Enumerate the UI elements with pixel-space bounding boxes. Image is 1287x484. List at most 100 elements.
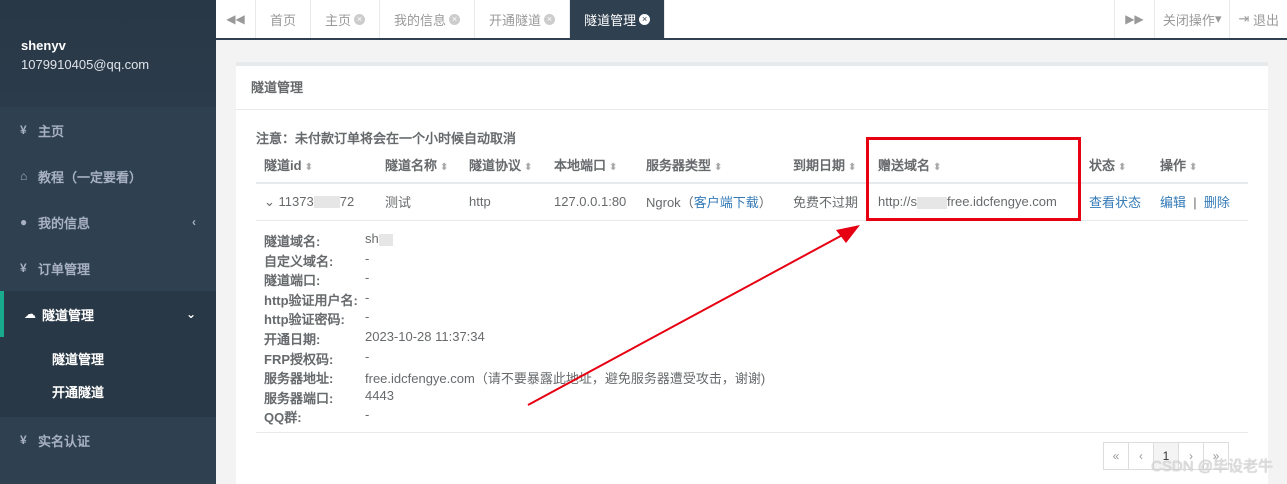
col-header-name[interactable]: 隧道名称 ⬍ [377, 147, 461, 184]
detail-row: 开通日期: 2023-10-28 11:37:34 [264, 329, 765, 349]
detail-label: 开通日期: [264, 331, 321, 347]
tab-my-info[interactable]: 我的信息 × [380, 0, 476, 38]
col-header-server-type[interactable]: 服务器类型 ⬍ [638, 147, 785, 184]
detail-row: FRP授权码: - [264, 349, 765, 369]
client-download-link[interactable]: 客户端下载 [694, 195, 759, 210]
cell-id[interactable]: ⌄ 11373 72 [256, 183, 377, 221]
sort-icon: ⬍ [609, 162, 618, 173]
sidebar-item-label: 实名认证 [38, 433, 91, 449]
id-suffix: 72 [339, 193, 355, 209]
detail-label: 自定义域名: [264, 253, 334, 269]
subnav-item-open-tunnel[interactable]: 开通隧道 [0, 376, 216, 409]
logout-label: 退出 [1252, 12, 1279, 28]
watermark: CSDN @毕设老牛 [1151, 458, 1273, 475]
sidebar-item-orders[interactable]: ¥ 订单管理 [0, 245, 216, 291]
edit-link[interactable]: 编辑 [1160, 195, 1186, 210]
sidebar-item-label: 教程（一定要看） [38, 169, 143, 185]
annotation-highlight-box [866, 137, 1081, 221]
yen-icon: ¥ [20, 433, 27, 447]
cell-status: 查看状态 [1081, 183, 1152, 221]
detail-value: 2023-10-28 11:37:34 [365, 328, 485, 344]
sidebar-item-verification[interactable]: ¥ 实名认证 [0, 417, 216, 463]
user-email: 1079910405@qq.com [21, 57, 150, 72]
server-type-label: Ngrok [646, 195, 681, 211]
chevron-down-icon: ⌄ [185, 307, 196, 321]
sidebar-item-label: 订单管理 [38, 261, 91, 277]
top-tab-bar: ◀◀ 首页 主页 × 我的信息 × 开通隧道 × 隧道管理 × ▶▶ 关闭操作 ▾ ⇥ 退… [216, 0, 1287, 40]
detail-value: - [365, 348, 370, 364]
detail-label: http验证密码: [264, 312, 345, 328]
toolbar-right: ▶▶ 关闭操作 ▾ ⇥ 退出 [1113, 0, 1287, 38]
detail-row: http验证用户名: - [264, 290, 765, 310]
close-ops-label: 关闭操作 [1162, 12, 1215, 28]
header-label: 到期日期 [793, 158, 846, 173]
view-status-link[interactable]: 查看状态 [1089, 195, 1141, 210]
sidebar-item-label: 隧道管理 [42, 307, 95, 323]
col-header-status[interactable]: 状态 ⬍ [1081, 147, 1152, 184]
detail-label: QQ群: [264, 410, 302, 426]
close-operations-dropdown[interactable]: 关闭操作 ▾ [1153, 0, 1230, 38]
tunnel-detail: 隧道域名: sh 自定义域名: - 隧道端口: - http验证用户名: - http验… [264, 231, 765, 427]
detail-row: 服务器端口: 4443 [264, 388, 765, 408]
tab-home[interactable]: 首页 [256, 0, 312, 38]
sidebar-item-tunnels[interactable]: ☁ 隧道管理 ⌄ [0, 291, 216, 337]
detail-value: - [365, 250, 370, 266]
close-icon[interactable]: × [449, 13, 461, 25]
tab-label: 我的信息 [394, 12, 447, 28]
detail-value-text: sh [365, 231, 379, 246]
yen-icon: ¥ [20, 261, 27, 275]
tab-open-tunnel[interactable]: 开通隧道 × [475, 0, 571, 38]
close-icon[interactable]: × [354, 13, 366, 25]
sidebar-item-tutorial[interactable]: ⌂ 教程（一定要看） [0, 153, 216, 199]
col-header-local-port[interactable]: 本地端口 ⬍ [546, 147, 638, 184]
close-icon[interactable]: × [544, 13, 556, 25]
header-label: 服务器类型 [646, 158, 712, 173]
table-header-row: 隧道id ⬍ 隧道名称 ⬍ 隧道协议 ⬍ 本地端口 ⬍ 服务器类型 ⬍ 到期日期 ⬍ 赠送域… [256, 147, 1248, 184]
close-icon[interactable]: × [639, 13, 651, 25]
tabs-scroll-right-button[interactable]: ▶▶ [1113, 0, 1154, 38]
sort-icon: ⬍ [1189, 162, 1198, 173]
sort-icon: ⬍ [714, 162, 723, 173]
subnav-item-tunnel-manage[interactable]: 隧道管理 [0, 343, 216, 376]
sort-icon: ⬍ [848, 162, 857, 173]
tab-label: 开通隧道 [489, 12, 542, 28]
sidebar-item-my-info[interactable]: ● 我的信息 ‹ [0, 199, 216, 245]
caret-down-icon: ▾ [1214, 11, 1222, 26]
sidebar-item-home[interactable]: ¥ 主页 [0, 107, 216, 153]
sidebar-item-label: 我的信息 [38, 215, 91, 231]
detail-row: 服务器地址: free.idcfengye.com（请不要暴露此地址，避免服务器遭… [264, 368, 765, 388]
tab-label: 首页 [270, 12, 297, 28]
tab-tunnel-manage[interactable]: 隧道管理 × [570, 0, 666, 38]
col-header-expiry[interactable]: 到期日期 ⬍ [785, 147, 870, 184]
col-header-protocol[interactable]: 隧道协议 ⬍ [461, 147, 546, 184]
header-label: 本地端口 [554, 158, 607, 173]
detail-value: - [365, 309, 370, 325]
tabs-scroll-left-button[interactable]: ◀◀ [216, 0, 256, 38]
cell-local-port: 127.0.0.1:80 [546, 183, 638, 221]
header-label: 操作 [1160, 158, 1187, 173]
detail-row: 隧道端口: - [264, 270, 765, 290]
col-header-actions[interactable]: 操作 ⬍ [1152, 147, 1248, 184]
detail-value: - [365, 270, 370, 286]
detail-row: 自定义域名: - [264, 251, 765, 271]
sort-icon: ⬍ [1118, 162, 1127, 173]
sidebar-subnav: 隧道管理 开通隧道 [0, 337, 216, 417]
sidebar: shenyv 1079910405@qq.com ¥ 主页 ⌂ 教程（一定要看）… [0, 0, 216, 484]
detail-label: 服务器地址: [264, 371, 334, 387]
user-profile: shenyv 1079910405@qq.com [0, 0, 216, 107]
chevron-left-icon: ‹ [192, 215, 196, 229]
tab-label: 主页 [325, 12, 352, 28]
page-first-button[interactable]: « [1103, 442, 1129, 470]
chevron-down-icon[interactable]: ⌄ [264, 194, 275, 209]
detail-label: FRP授权码: [264, 351, 334, 367]
logout-button[interactable]: ⇥ 退出 [1229, 0, 1287, 38]
delete-link[interactable]: 删除 [1204, 195, 1230, 210]
tab-label: 隧道管理 [584, 12, 637, 28]
header-label: 隧道协议 [469, 158, 522, 173]
col-header-id[interactable]: 隧道id ⬍ [256, 147, 377, 184]
header-label: 隧道名称 [385, 158, 438, 173]
tab-main[interactable]: 主页 × [311, 0, 381, 38]
home-icon: ⌂ [20, 169, 28, 183]
header-label: 隧道id [264, 158, 302, 173]
redacted-block [378, 233, 393, 246]
